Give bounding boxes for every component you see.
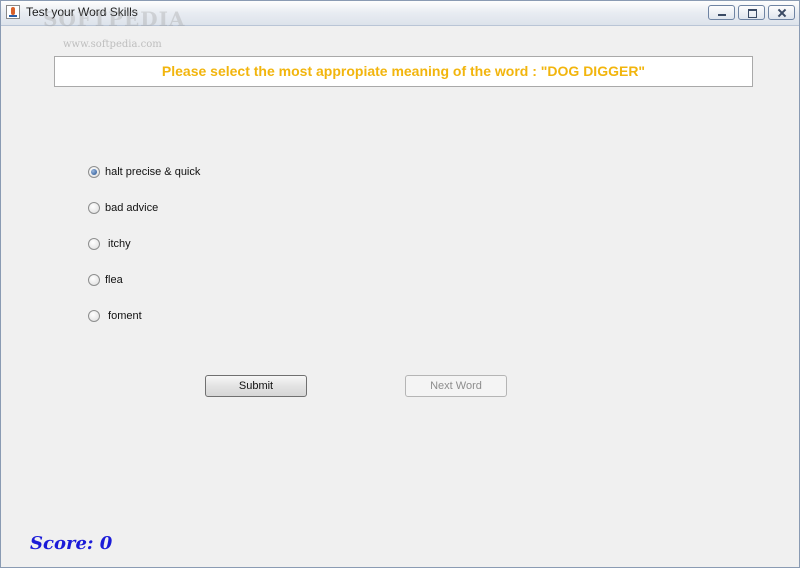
java-app-icon[interactable] [6, 5, 20, 19]
option-1[interactable]: halt precise & quick [88, 163, 200, 181]
softpedia-watermark-url: www.softpedia.com [63, 39, 162, 50]
option-label[interactable]: itchy [105, 238, 131, 250]
minimize-icon [709, 6, 734, 19]
question-label: Please select the most appropiate meanin… [54, 56, 753, 87]
maximize-icon [739, 6, 764, 19]
minimize-button[interactable] [708, 5, 735, 20]
option-3[interactable]: itchy [88, 235, 131, 253]
option-label[interactable]: flea [105, 274, 123, 286]
radio-button[interactable] [88, 238, 100, 250]
option-label[interactable]: halt precise & quick [105, 166, 200, 178]
score-label: Score: 0 [30, 533, 113, 554]
option-4[interactable]: flea [88, 271, 123, 289]
close-button[interactable] [768, 5, 795, 20]
maximize-button[interactable] [738, 5, 765, 20]
option-5[interactable]: foment [88, 307, 142, 325]
next-word-button[interactable]: Next Word [405, 375, 507, 397]
radio-button-selected[interactable] [88, 166, 100, 178]
softpedia-watermark: SOFTPEDIA [43, 7, 186, 31]
app-window: Test your Word Skills SOFTPEDIA www.soft… [0, 0, 800, 568]
radio-button[interactable] [88, 274, 100, 286]
close-icon [769, 6, 794, 19]
radio-button[interactable] [88, 202, 100, 214]
title-bar[interactable]: Test your Word Skills SOFTPEDIA [1, 1, 799, 31]
submit-button[interactable]: Submit [205, 375, 307, 397]
option-2[interactable]: bad advice [88, 199, 158, 217]
option-label[interactable]: foment [105, 310, 142, 322]
radio-button[interactable] [88, 310, 100, 322]
option-label[interactable]: bad advice [105, 202, 158, 214]
